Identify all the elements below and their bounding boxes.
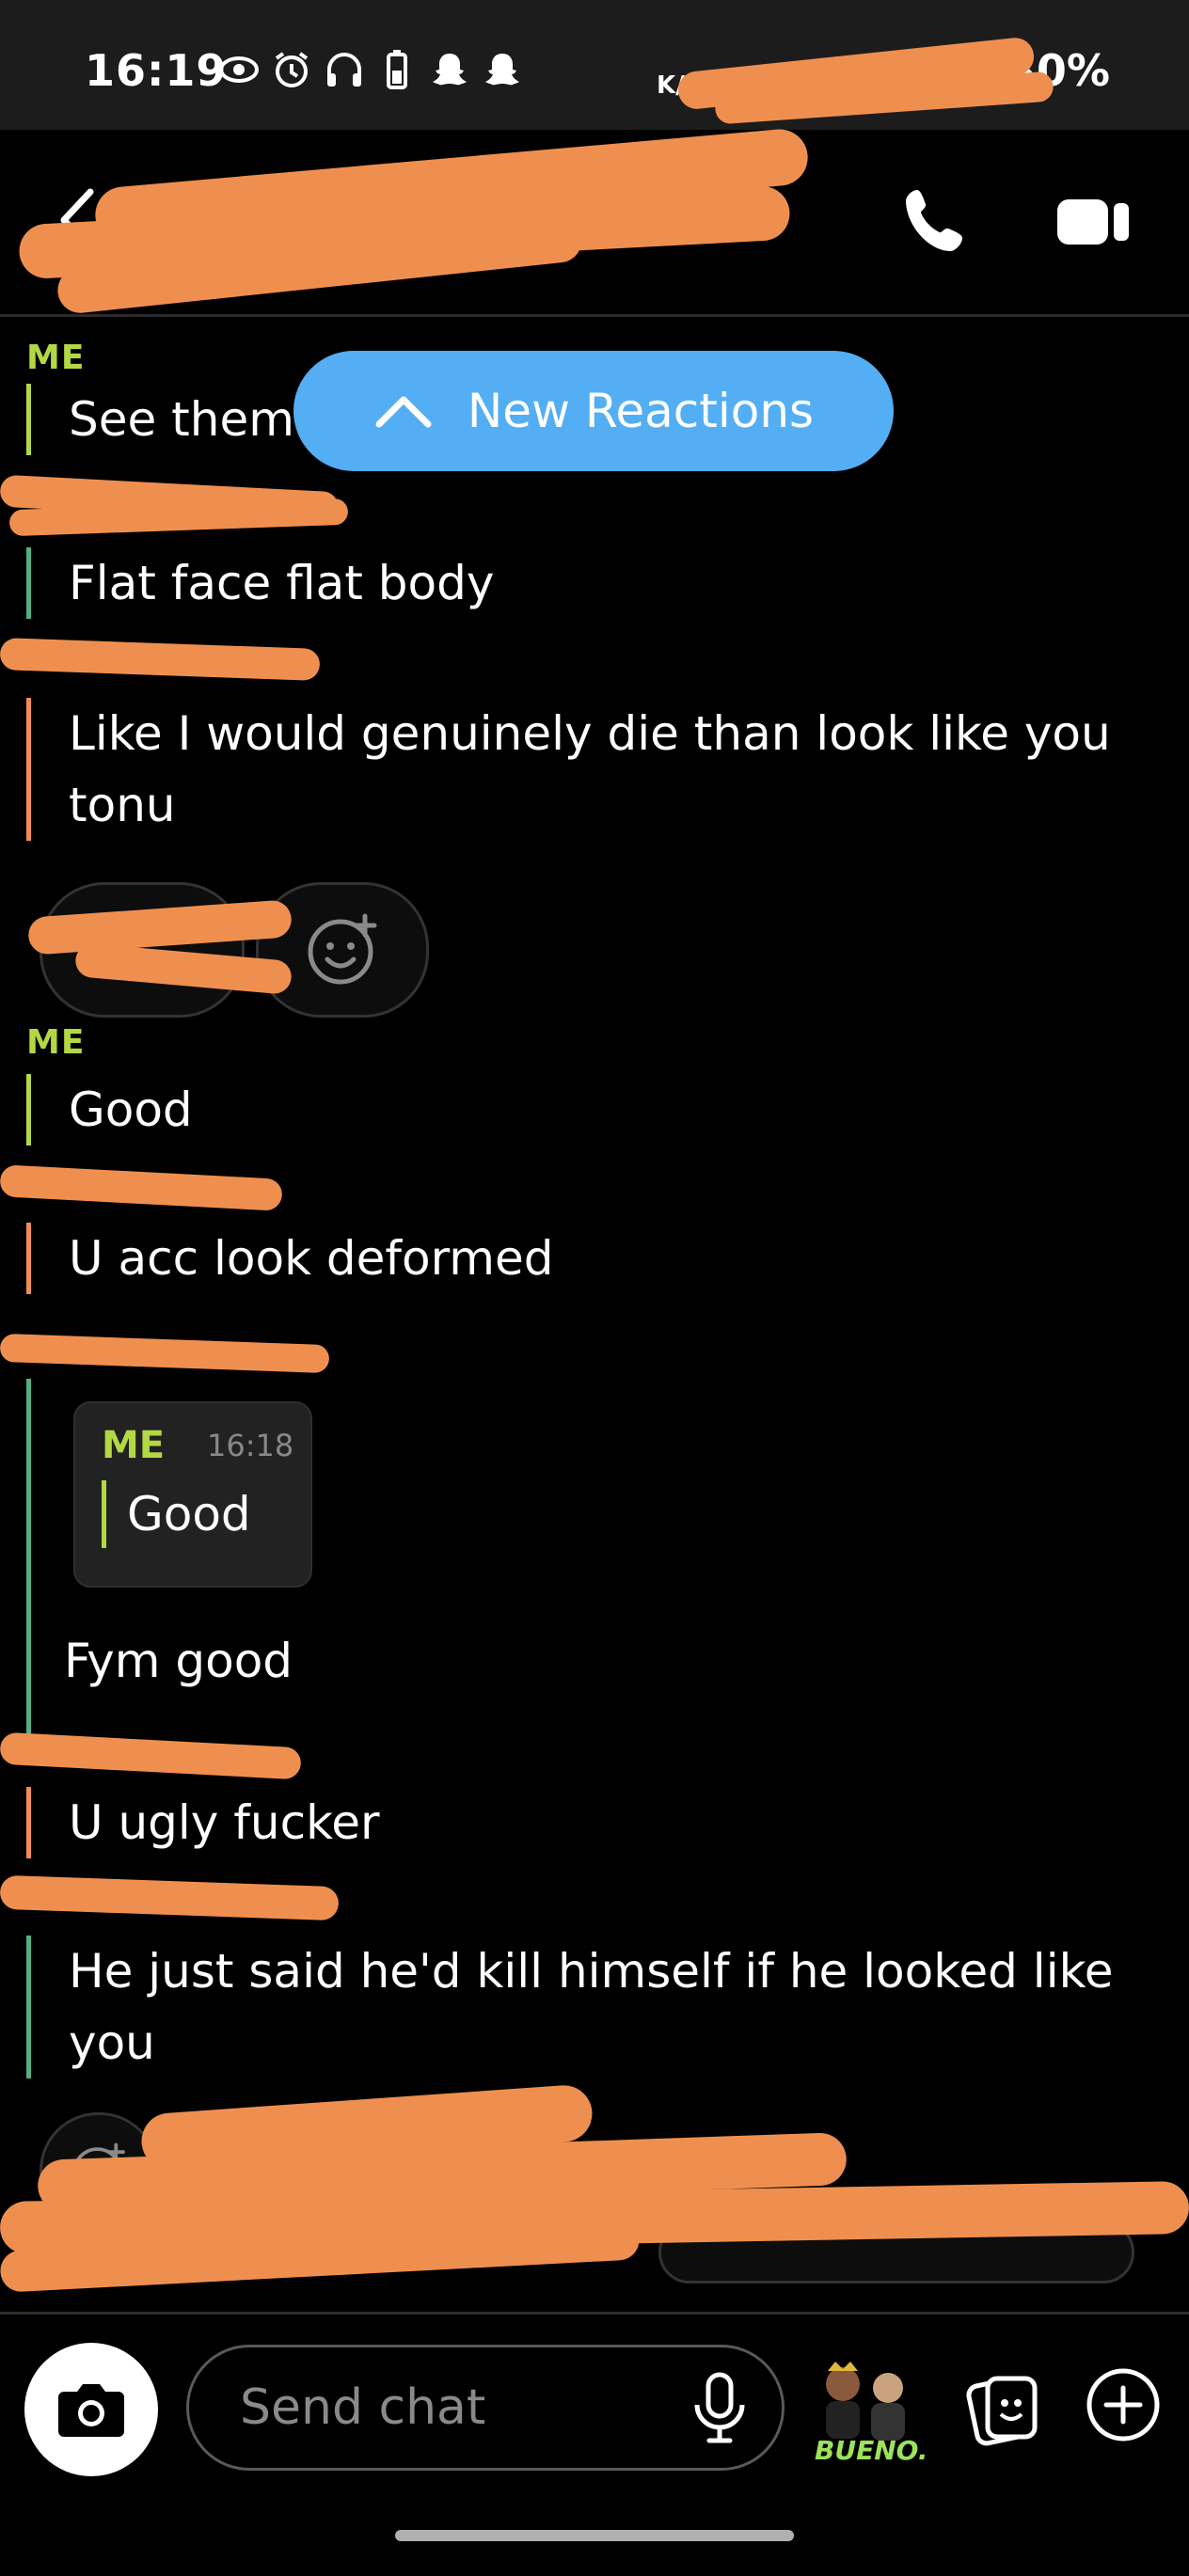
redaction-scribble: [0, 638, 321, 681]
bitmoji-caption: BUENO.: [815, 2435, 928, 2466]
new-reactions-label: New Reactions: [467, 384, 815, 438]
status-icons: [218, 49, 523, 90]
microphone-button[interactable]: [687, 2371, 753, 2446]
message-text: Like I would genuinely die than look lik…: [69, 706, 1111, 832]
redaction-scribble: [0, 1164, 283, 1211]
headphones-icon: [324, 49, 365, 90]
snapchat-ghost-icon: [482, 49, 523, 90]
chat-header: [0, 126, 1189, 317]
message-bubble[interactable]: He just said he'd kill himself if he loo…: [26, 1936, 1127, 2078]
message-text: Fym good: [64, 1634, 293, 1688]
message-bubble[interactable]: U ugly fucker: [26, 1787, 1127, 1858]
status-bar: 16:19 K/S 30%: [0, 0, 1189, 130]
send-chat-input[interactable]: [238, 2378, 656, 2437]
alarm-icon: [271, 49, 312, 90]
phone-icon: [906, 190, 962, 251]
status-time: 16:19: [85, 45, 228, 96]
quote-time: 16:18: [207, 1428, 294, 1463]
message-text: U acc look deformed: [69, 1231, 554, 1286]
message-text: U ugly fucker: [69, 1795, 380, 1850]
message-bubble[interactable]: Good: [26, 1074, 1127, 1146]
video-camera-icon: [1057, 199, 1129, 245]
quoted-message[interactable]: ME 16:18 Good: [73, 1401, 312, 1588]
camera-button[interactable]: [24, 2343, 158, 2476]
message-text: See them: [69, 392, 294, 447]
message-text: Flat face flat body: [69, 556, 495, 610]
microphone-icon: [694, 2372, 745, 2443]
new-reactions-button[interactable]: New Reactions: [293, 351, 894, 471]
call-button[interactable]: [898, 182, 975, 260]
message-bubble[interactable]: Flat face flat body: [26, 547, 1127, 619]
snapchat-ghost-icon: [429, 49, 470, 90]
message-text: Good: [69, 1083, 193, 1137]
bitmoji-button[interactable]: BUENO.: [811, 2352, 927, 2466]
video-call-button[interactable]: [1054, 184, 1134, 260]
chevron-up-icon: [375, 396, 432, 428]
message-bubble[interactable]: Like I would genuinely die than look lik…: [26, 698, 1127, 841]
add-reaction-icon: [308, 913, 377, 985]
battery-icon: [376, 49, 418, 90]
sender-label: ME: [26, 1023, 86, 1062]
sender-label: ME: [26, 339, 86, 377]
message-text: He just said he'd kill himself if he loo…: [69, 1944, 1114, 2070]
message-bubble[interactable]: U acc look deformed: [26, 1223, 1127, 1294]
message-list[interactable]: ME See them Flat face flat body Like I w…: [0, 316, 1189, 2310]
eye-icon: [218, 49, 260, 90]
quote-text: Good: [102, 1480, 251, 1548]
plus-circle-icon: [1086, 2368, 1160, 2442]
sticker-button[interactable]: [963, 2369, 1042, 2448]
more-options-button[interactable]: [1084, 2365, 1163, 2444]
sticker-cards-icon: [966, 2376, 1038, 2446]
home-indicator[interactable]: [395, 2530, 794, 2541]
redaction-scribble: [0, 1874, 340, 1921]
quote-sender: ME: [102, 1424, 166, 1467]
redaction-scribble: [0, 1333, 330, 1374]
camera-icon: [58, 2384, 124, 2437]
